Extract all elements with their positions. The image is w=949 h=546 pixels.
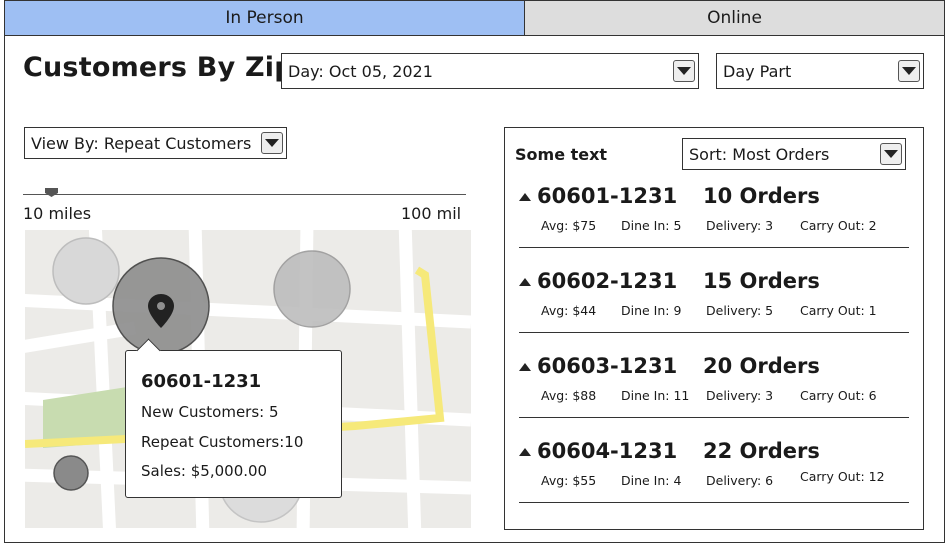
dine-in-stat: Dine In: 11 [621,388,690,403]
triangle-up-icon [519,363,531,371]
list-item[interactable]: 60602-1231 15 Orders Avg: $44 Dine In: 9… [519,269,909,353]
list-item[interactable]: 60601-1231 10 Orders Avg: $75 Dine In: 5… [519,184,909,268]
chevron-down-icon[interactable] [898,60,920,82]
view-by-select[interactable]: View By: Repeat Customers [24,127,287,159]
triangle-up-icon [519,448,531,456]
delivery-stat: Delivery: 3 [706,218,774,233]
sort-select-value: Sort: Most Orders [689,144,830,164]
divider [519,332,909,333]
delivery-stat: Delivery: 6 [706,473,774,488]
tooltip-repeat-customers: Repeat Customers:10 [141,433,304,451]
zip-code: 60604-1231 [519,439,677,463]
day-part-value: Day Part [723,61,792,81]
dine-in-stat: Dine In: 5 [621,218,682,233]
divider [519,247,909,248]
tooltip-zip: 60601-1231 [141,371,262,392]
tab-label: Online [707,8,762,28]
zip-code: 60601-1231 [519,184,677,208]
tab-label: In Person [225,8,304,28]
avg-stat: Avg: $88 [541,388,597,403]
carry-out-stat: Carry Out: 1 [800,303,877,318]
day-select-value: Day: Oct 05, 2021 [288,61,433,81]
carry-out-stat: Carry Out: 12 [800,469,885,484]
tab-online[interactable]: Online [525,1,944,36]
chevron-down-icon[interactable] [261,132,283,154]
order-count: 22 Orders [703,439,820,463]
app-frame: In Person Online Customers By Zip Day: O… [4,0,945,543]
chevron-down-icon[interactable] [880,143,902,165]
list-item[interactable]: 60604-1231 22 Orders Avg: $55 Dine In: 4… [519,439,909,523]
avg-stat: Avg: $75 [541,218,597,233]
day-select[interactable]: Day: Oct 05, 2021 [281,53,699,89]
zip-bubble[interactable] [273,250,351,328]
triangle-up-icon [519,193,531,201]
avg-stat: Avg: $44 [541,303,597,318]
divider [519,417,909,418]
zip-tooltip: 60601-1231 New Customers: 5 Repeat Custo… [125,338,342,498]
delivery-stat: Delivery: 3 [706,388,774,403]
distance-slider-handle[interactable] [45,188,58,197]
chevron-down-icon[interactable] [673,60,695,82]
day-part-select[interactable]: Day Part [716,53,924,89]
triangle-up-icon [519,278,531,286]
dine-in-stat: Dine In: 9 [621,303,682,318]
carry-out-stat: Carry Out: 2 [800,218,877,233]
order-count: 15 Orders [703,269,820,293]
avg-stat: Avg: $55 [541,473,597,488]
tooltip-new-customers: New Customers: 5 [141,403,279,421]
sort-select[interactable]: Sort: Most Orders [682,138,906,170]
zip-code: 60603-1231 [519,354,677,378]
order-count: 10 Orders [703,184,820,208]
zip-code: 60602-1231 [519,269,677,293]
distance-slider-track[interactable] [23,194,466,195]
slider-max-label: 100 mil [401,204,462,223]
carry-out-stat: Carry Out: 6 [800,388,877,403]
delivery-stat: Delivery: 5 [706,303,774,318]
list-item[interactable]: 60603-1231 20 Orders Avg: $88 Dine In: 1… [519,354,909,438]
page-title: Customers By Zip [23,52,294,83]
zip-bubble[interactable] [52,237,120,305]
order-count: 20 Orders [703,354,820,378]
tooltip-sales: Sales: $5,000.00 [141,462,268,480]
tab-in-person[interactable]: In Person [5,1,525,36]
view-by-value: View By: Repeat Customers [31,133,252,153]
divider [519,502,909,503]
zip-bubble[interactable] [53,455,89,491]
dine-in-stat: Dine In: 4 [621,473,682,488]
panel-title: Some text [515,145,608,164]
zip-list-panel: Some text Sort: Most Orders 60601-1231 1… [504,127,924,530]
slider-min-label: 10 miles [23,204,92,223]
